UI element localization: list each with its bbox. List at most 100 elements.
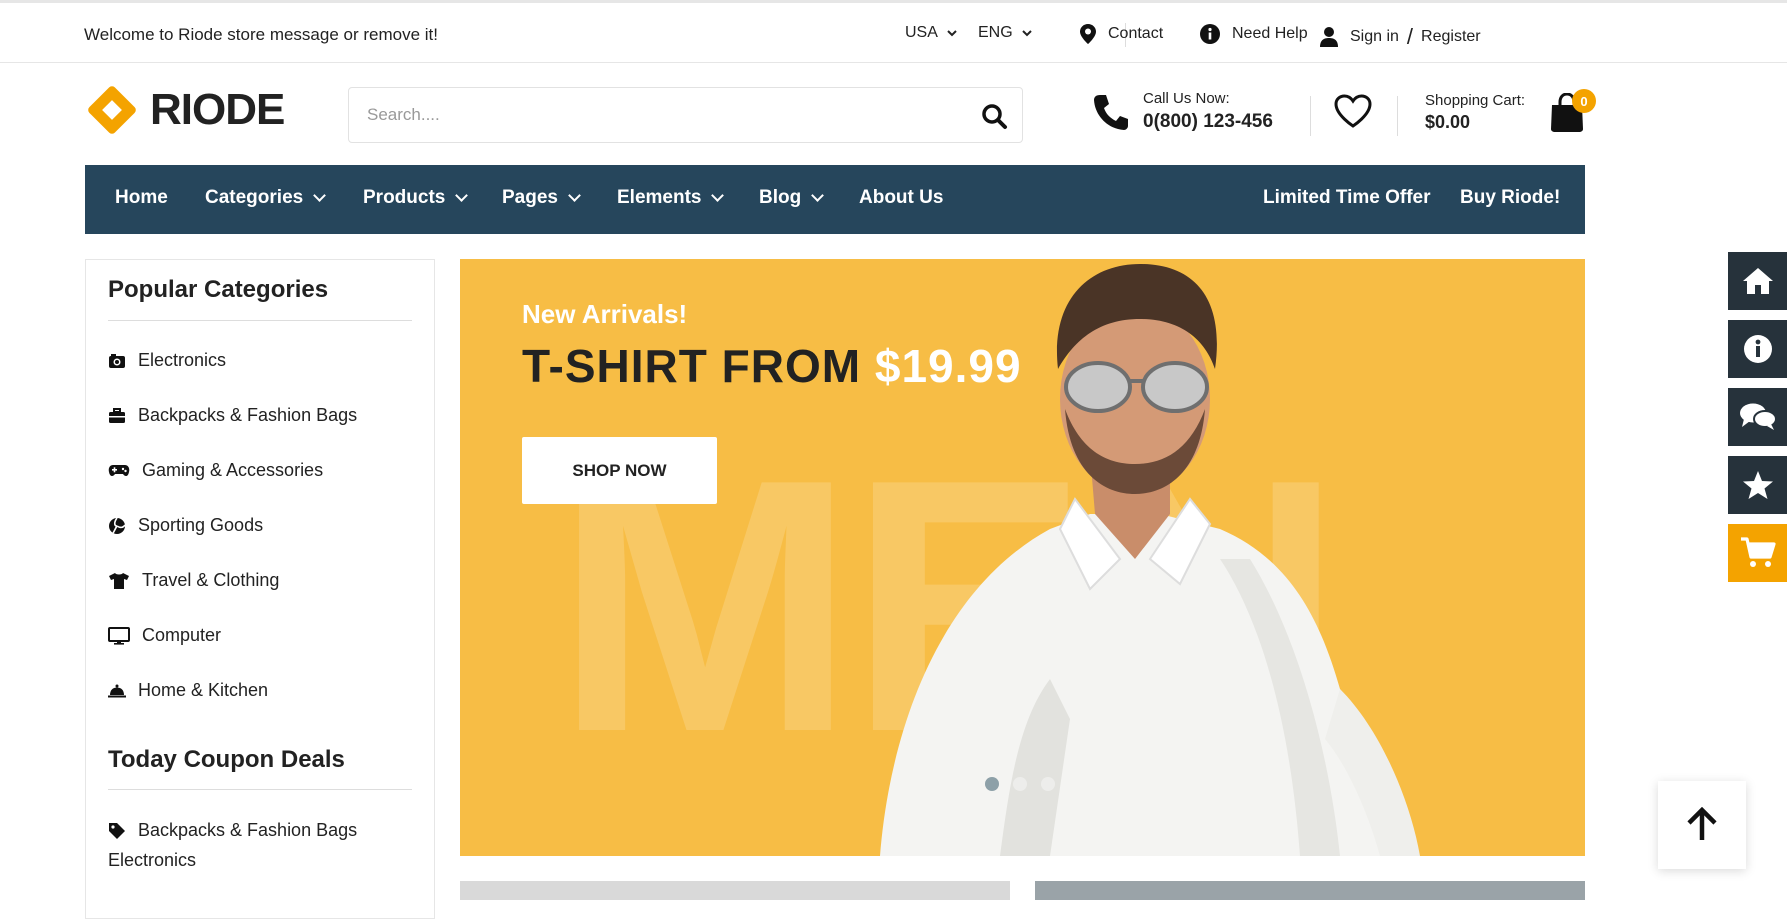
contact-link[interactable]: Contact [1080,24,1163,44]
cloche-icon [108,684,126,697]
star-icon [1742,471,1773,499]
category-label: Computer [142,625,222,645]
nav-home[interactable]: Home [115,187,168,209]
chevron-down-icon [811,189,825,202]
category-travel[interactable]: Travel & Clothing [108,570,279,591]
slider-dots [985,777,1055,791]
monitor-icon [108,626,130,645]
chevron-down-icon [568,189,581,202]
promo-banner[interactable] [460,881,1010,900]
call-info: Call Us Now: 0(800) 123-456 [1093,90,1273,133]
contact-label: Contact [1108,25,1164,42]
search-icon[interactable] [980,102,1008,130]
briefcase-icon [109,407,125,423]
search-input[interactable] [349,88,949,142]
cart-button[interactable]: 0 [1550,89,1596,138]
nav-elements[interactable]: Elements [617,187,725,209]
arrow-up-icon [1687,807,1717,840]
top-bar: Welcome to Riode store message or remove… [0,0,1787,63]
gamepad-icon [108,464,130,476]
call-label: Call Us Now: [1143,90,1230,107]
nav-buy-riode[interactable]: Buy Riode! [1460,187,1560,209]
search-bar [348,87,1023,143]
main-nav: Home Categories Products Pages Elements … [85,165,1585,234]
logo-mark-icon [84,82,140,138]
cart-total: $0.00 [1425,112,1471,132]
category-label: Sporting Goods [138,515,264,535]
phone-icon [1094,94,1128,130]
welcome-message: Welcome to Riode store message or remove… [84,25,438,44]
category-computer[interactable]: Computer [108,625,221,646]
slider-dot[interactable] [1013,777,1027,791]
sidebar: Popular Categories Electronics Backpacks… [85,259,435,919]
category-gaming[interactable]: Gaming & Accessories [108,460,323,481]
call-number[interactable]: 0(800) 123-456 [1143,111,1273,133]
logo-text: RIODE [150,85,285,134]
nav-categories[interactable]: Categories [205,187,327,209]
currency-label: USA [905,24,938,41]
nav-limited-offer[interactable]: Limited Time Offer [1263,187,1431,209]
chat-icon [1739,403,1777,430]
divider [108,320,412,321]
register-link[interactable]: Register [1421,28,1481,46]
help-link[interactable]: Need Help [1200,24,1308,44]
nav-about[interactable]: About Us [859,187,943,209]
slider-dot[interactable] [1041,777,1055,791]
nav-pages[interactable]: Pages [502,187,581,209]
cart-label: Shopping Cart: [1425,92,1526,109]
sticky-info-button[interactable] [1728,320,1787,378]
heart-icon[interactable] [1334,94,1372,128]
language-label: ENG [978,24,1013,41]
category-label: Electronics [138,350,227,370]
nav-label: About Us [859,187,944,208]
cart-icon [1740,537,1776,567]
nav-label: Home [115,187,168,208]
slider-dot[interactable] [985,777,999,791]
popular-categories-title: Popular Categories [108,276,329,303]
tshirt-icon [109,572,129,589]
coupon-label: Electronics [108,850,197,870]
category-electronics[interactable]: Electronics [108,350,226,371]
chevron-down-icon [313,189,327,202]
info-icon [1200,24,1220,44]
banner-title: T-SHIRT FROM $19.99 [522,339,1022,393]
map-pin-icon [1080,24,1096,44]
account-links: Sign in / Register [1320,24,1481,50]
user-icon [1320,27,1338,47]
promo-banner[interactable] [1035,881,1585,900]
coupon-label: Backpacks & Fashion Bags [138,820,358,840]
banner-title-text: T-SHIRT FROM [522,340,862,392]
currency-select[interactable]: USA [905,24,957,42]
coupon-deal-item[interactable]: Backpacks & Fashion Bags [108,820,357,841]
category-label: Backpacks & Fashion Bags [138,405,358,425]
help-label: Need Help [1232,25,1308,42]
shop-now-button[interactable]: SHOP NOW [522,437,717,504]
nav-label: Elements [617,187,702,208]
logo[interactable]: RIODE [84,82,285,138]
nav-label: Categories [205,187,304,208]
sticky-wishlist-button[interactable] [1728,456,1787,514]
category-home-kitchen[interactable]: Home & Kitchen [108,680,268,701]
info-icon [1743,335,1772,363]
nav-products[interactable]: Products [363,187,469,209]
banner-price: $19.99 [874,340,1022,392]
chevron-down-icon [455,189,469,202]
signin-link[interactable]: Sign in [1350,28,1399,46]
coupon-deal-item[interactable]: Electronics [108,850,196,871]
back-to-top-button[interactable] [1658,781,1746,869]
banner-subtitle: New Arrivals! [522,299,688,329]
category-sporting[interactable]: Sporting Goods [108,515,263,536]
category-backpacks[interactable]: Backpacks & Fashion Bags [108,405,357,426]
category-label: Gaming & Accessories [142,460,324,480]
sticky-chat-button[interactable] [1728,388,1787,446]
chevron-down-icon [1021,29,1032,36]
cart-summary[interactable]: Shopping Cart: $0.00 [1425,92,1525,133]
coupon-deals-title: Today Coupon Deals [108,746,345,773]
sticky-cart-button[interactable] [1728,524,1787,582]
divider [1310,96,1311,136]
divider [1397,96,1398,136]
nav-blog[interactable]: Blog [759,187,825,209]
language-select[interactable]: ENG [978,24,1032,42]
sticky-home-button[interactable] [1728,252,1787,310]
nav-label: Pages [502,187,558,208]
